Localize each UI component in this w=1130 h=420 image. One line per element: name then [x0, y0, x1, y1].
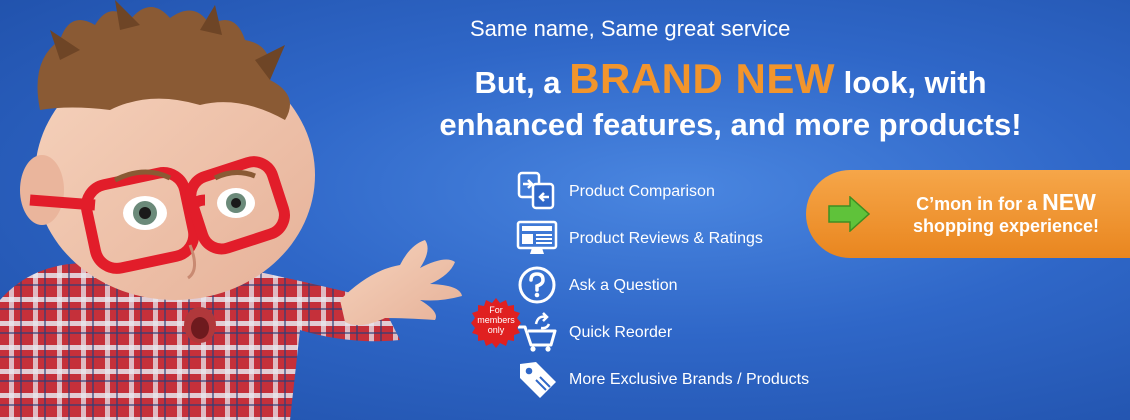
feature-item-quick-reorder: Quick Reorder	[516, 311, 846, 358]
headline: But, a BRAND NEW look, with enhanced fea…	[378, 58, 1083, 146]
compare-icon	[517, 171, 555, 210]
feature-item-ask-question: Ask a Question	[516, 264, 846, 311]
feature-item-exclusive-brands: More Exclusive Brands / Products	[516, 358, 846, 405]
badge-line-3: only	[487, 325, 505, 335]
cart-reorder-icon	[518, 312, 557, 352]
headline-suffix: look, with	[843, 65, 987, 100]
promo-banner: Same name, Same great service But, a BRA…	[0, 0, 1130, 420]
cta-line-2: shopping experience!	[912, 216, 1100, 236]
cta-prefix: C’mon in for a	[916, 194, 1038, 214]
feature-label: Ask a Question	[569, 277, 678, 294]
feature-item-reviews: Product Reviews & Ratings	[516, 217, 846, 264]
headline-line-1: But, a BRAND NEW look, with	[378, 58, 1083, 104]
headline-prefix: But, a	[474, 65, 561, 100]
cta-highlight: NEW	[1042, 189, 1096, 215]
cta-text: C’mon in for a NEW shopping experience!	[881, 191, 1130, 237]
feature-label: Product Comparison	[569, 183, 715, 200]
feature-label: Quick Reorder	[569, 324, 673, 341]
headline-line-2: enhanced features, and more products!	[439, 107, 1022, 142]
badge-line-2: members	[477, 315, 515, 325]
tagline: Same name, Same great service	[470, 16, 791, 41]
members-only-text: For members only	[470, 305, 522, 335]
feature-list: Product Comparison Product Reviews & Rat…	[516, 170, 846, 405]
cta-line-1: C’mon in for a NEW	[881, 191, 1130, 215]
headline-highlight: BRAND NEW	[569, 55, 835, 102]
feature-item-comparison: Product Comparison	[516, 170, 846, 217]
feature-label: Product Reviews & Ratings	[569, 230, 763, 247]
arrow-right-icon	[828, 196, 870, 232]
cta-button[interactable]: C’mon in for a NEW shopping experience!	[806, 170, 1130, 258]
badge-line-1: For	[489, 305, 503, 315]
reviews-monitor-icon	[516, 220, 558, 254]
feature-label: More Exclusive Brands / Products	[569, 371, 810, 388]
tag-icon	[520, 362, 556, 398]
question-icon	[518, 266, 556, 304]
